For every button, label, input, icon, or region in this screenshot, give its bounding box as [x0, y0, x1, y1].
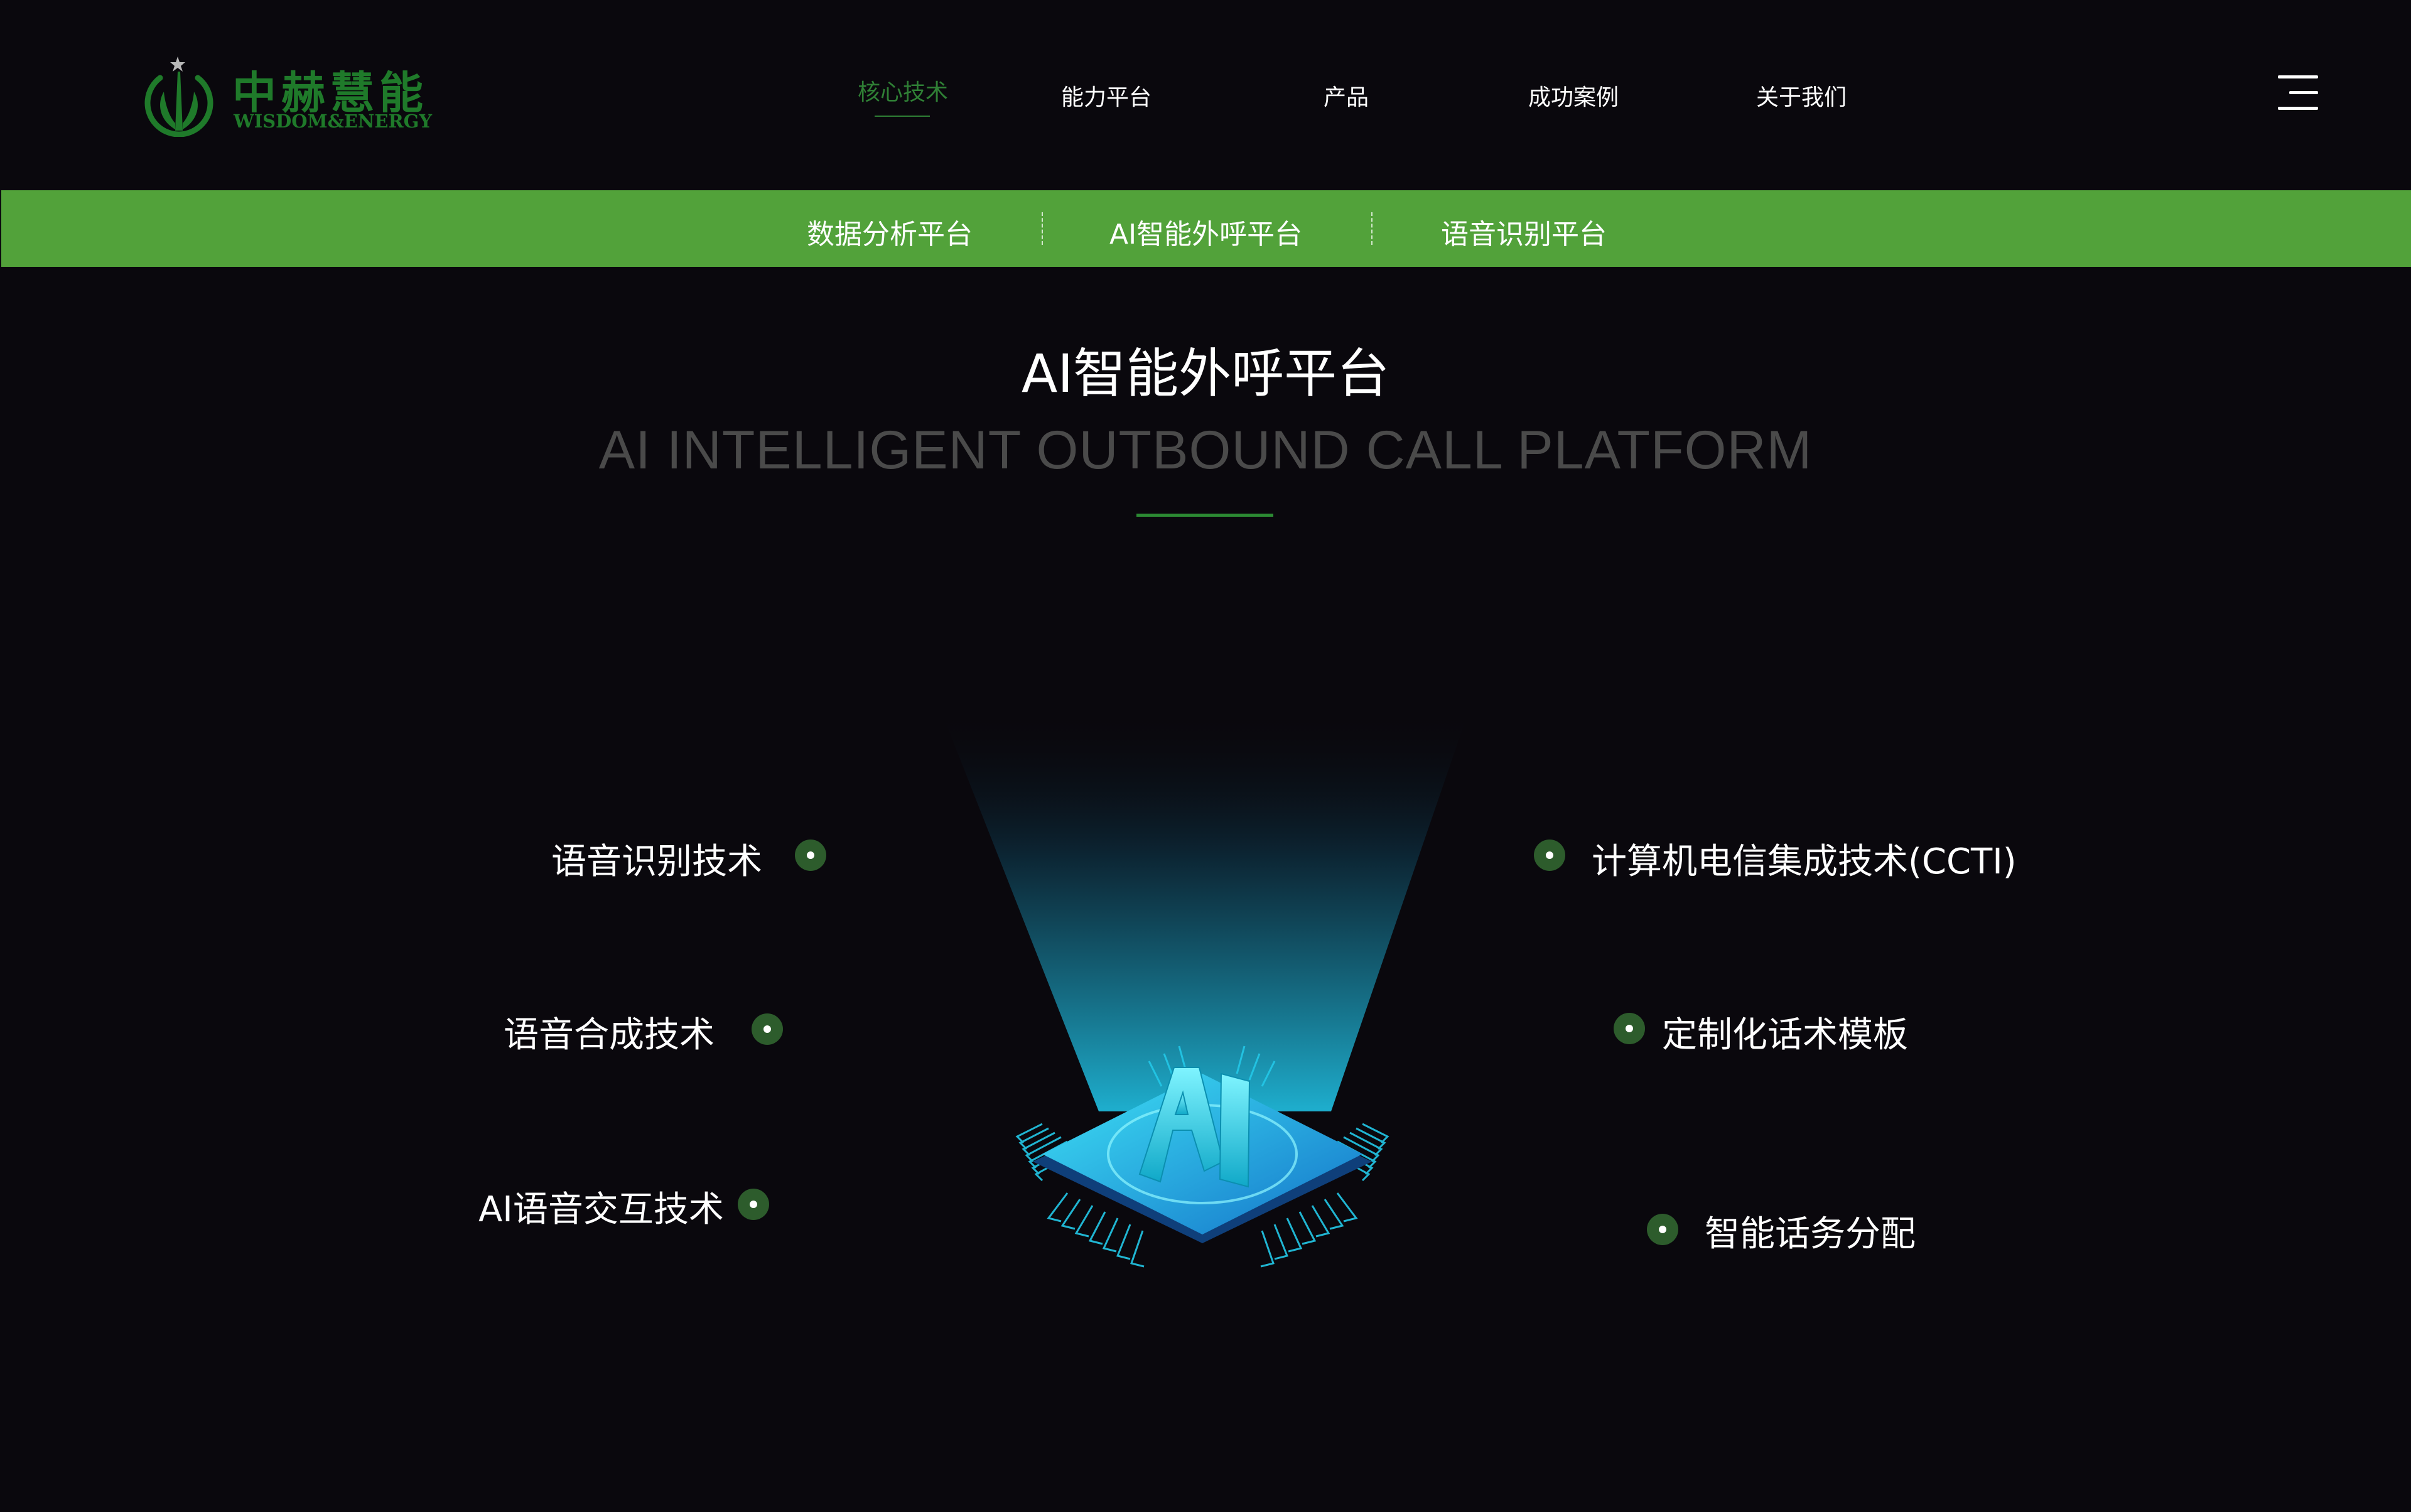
ai-chip-illustration: AI — [923, 710, 1488, 1306]
feature-ccti: 计算机电信集成技术(CCTI) — [1592, 841, 2017, 882]
subnav-divider — [1371, 212, 1373, 245]
brand-logo[interactable]: 中赫慧能 WISDOM&ENERGY — [141, 55, 433, 137]
section-title: AI智能外呼平台 — [1021, 343, 1390, 404]
brand-name-en: WISDOM&ENERGY — [234, 111, 433, 132]
dot-bullet-icon — [795, 840, 826, 871]
dot-bullet-icon — [752, 1013, 783, 1045]
subnav-item-ai-outbound[interactable]: AI智能外呼平台 — [1109, 212, 1302, 252]
hamburger-menu-icon[interactable] — [2278, 75, 2318, 111]
subnav-item-speech-recognition[interactable]: 语音识别平台 — [1441, 212, 1607, 252]
subnav-item-data-analysis[interactable]: 数据分析平台 — [807, 212, 973, 252]
nav-item-about[interactable]: 关于我们 — [1756, 79, 1847, 112]
section-subtitle: AI INTELLIGENT OUTBOUND CALL PLATFORM — [598, 420, 1813, 480]
dot-bullet-icon — [1647, 1214, 1678, 1245]
ai-chip-icon: AI — [941, 710, 1469, 1268]
logo-emblem-icon — [144, 57, 213, 137]
subnav-divider — [1042, 212, 1043, 245]
feature-custom-script-template: 定制化话术模板 — [1662, 1015, 1908, 1056]
dot-bullet-icon — [1614, 1013, 1645, 1044]
nav-item-cases[interactable]: 成功案例 — [1528, 79, 1619, 112]
site-header: 中赫慧能 WISDOM&ENERGY 核心技术 能力平台 产品 成功案例 关于我… — [0, 0, 2411, 190]
nav-item-products[interactable]: 产品 — [1324, 79, 1369, 112]
subnav-bar: 数据分析平台 AI智能外呼平台 语音识别平台 — [1, 190, 2411, 267]
feature-ai-voice-interaction: AI语音交互技术 — [478, 1189, 724, 1230]
nav-item-platform[interactable]: 能力平台 — [1061, 79, 1152, 112]
feature-smart-call-distribution: 智能话务分配 — [1705, 1214, 1916, 1255]
dot-bullet-icon — [1534, 840, 1565, 871]
feature-speech-synthesis: 语音合成技术 — [504, 1015, 715, 1056]
nav-item-core-tech[interactable]: 核心技术 — [858, 74, 948, 107]
nav-active-underline — [875, 116, 930, 117]
dot-bullet-icon — [738, 1189, 769, 1220]
section-title-underline — [1136, 514, 1273, 517]
feature-speech-recognition: 语音识别技术 — [551, 841, 762, 882]
